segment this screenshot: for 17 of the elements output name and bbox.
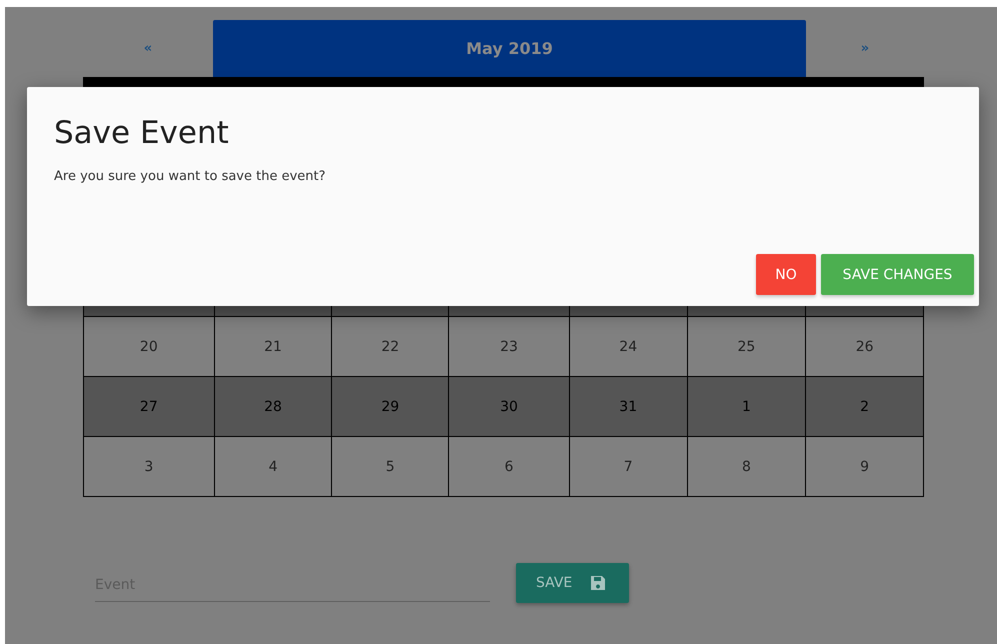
save-button[interactable]: SAVE bbox=[516, 563, 629, 603]
dialog-title: Save Event bbox=[54, 115, 230, 151]
calendar-day[interactable]: 7 bbox=[568, 437, 687, 496]
calendar-day[interactable]: 20 bbox=[84, 317, 214, 376]
next-month-button[interactable]: » bbox=[806, 20, 924, 77]
calendar-day[interactable]: 9 bbox=[805, 437, 923, 496]
calendar-day[interactable]: 5 bbox=[331, 437, 448, 496]
month-title: May 2019 bbox=[213, 20, 806, 77]
save-changes-button[interactable]: SAVE CHANGES bbox=[821, 254, 974, 295]
dialog-message: Are you sure you want to save the event? bbox=[54, 169, 327, 184]
calendar-day[interactable]: 6 bbox=[448, 437, 569, 496]
calendar-day[interactable]: 3 bbox=[84, 437, 214, 496]
calendar-day[interactable]: 8 bbox=[686, 437, 806, 496]
calendar-day[interactable]: 27 bbox=[84, 377, 214, 436]
no-button[interactable]: NO bbox=[756, 254, 816, 295]
calendar-day[interactable]: 4 bbox=[214, 437, 332, 496]
previous-month-button[interactable]: « bbox=[83, 20, 213, 77]
